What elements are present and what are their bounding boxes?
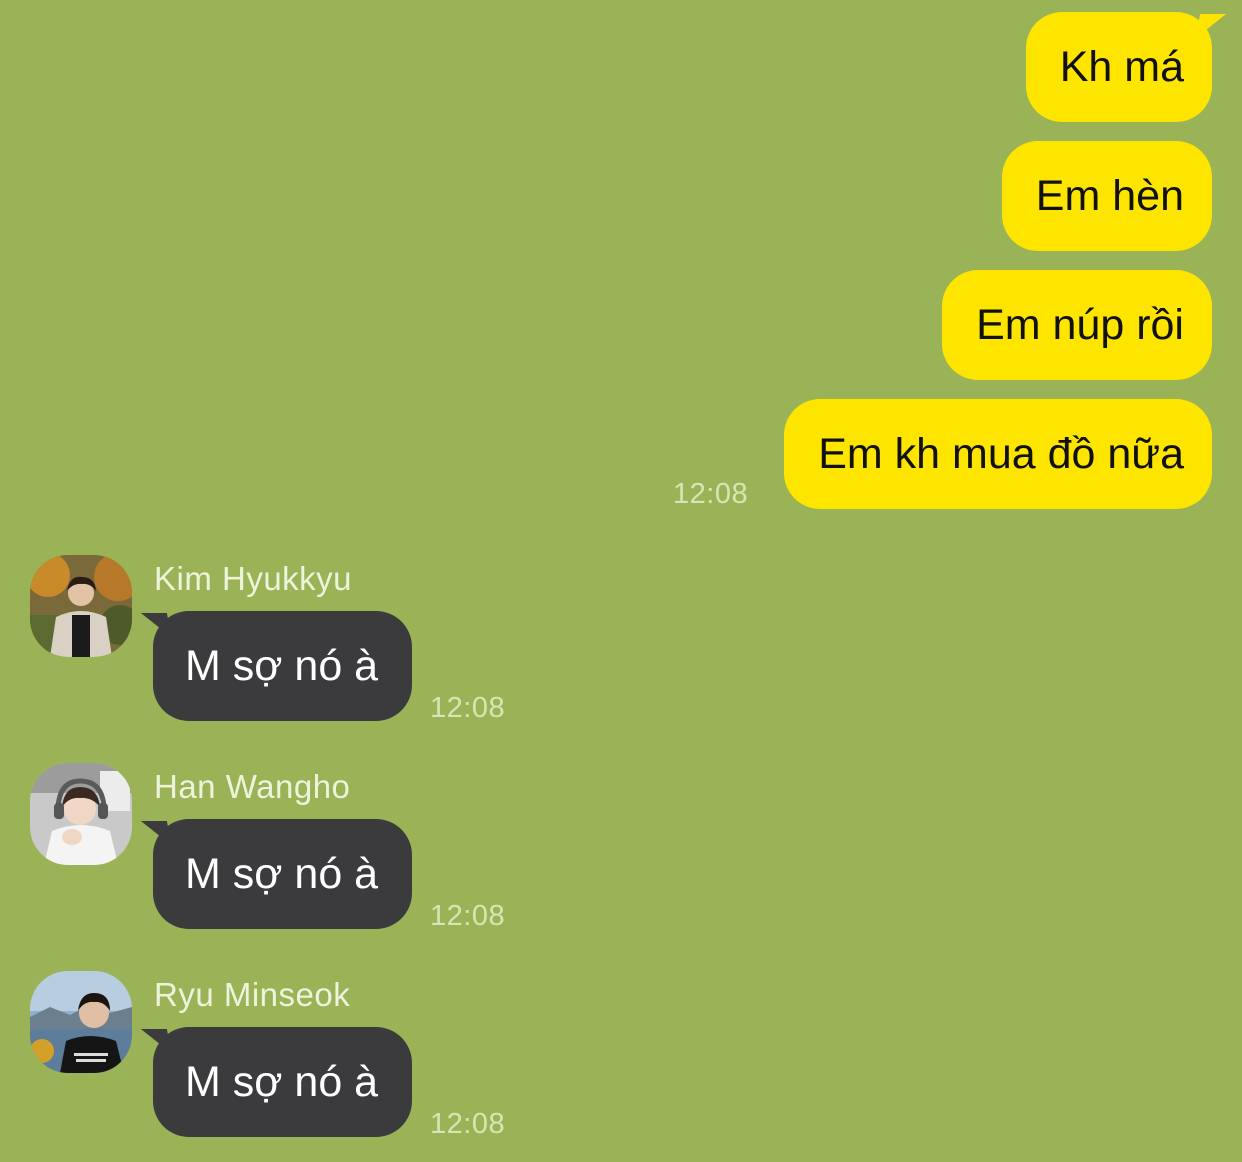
incoming-message[interactable]: M sợ nó à	[140, 819, 413, 929]
incoming-message[interactable]: M sợ nó à	[140, 611, 413, 721]
outgoing-message[interactable]: Kh má	[1025, 12, 1227, 122]
avatar[interactable]	[30, 763, 132, 865]
message-text: M sợ nó à	[185, 850, 379, 898]
sender-name: Kim Hyukkyu	[154, 560, 353, 597]
sender-name: Ryu Minseok	[154, 976, 351, 1013]
avatar-photo-icon	[30, 763, 132, 865]
bubble-tail	[140, 613, 172, 637]
bubble-tail	[140, 821, 172, 845]
message-text: Em hèn	[1035, 172, 1184, 220]
incoming-message[interactable]: M sợ nó à	[140, 1027, 413, 1137]
outgoing-message[interactable]: Em hèn	[1001, 141, 1212, 251]
message-text: Kh má	[1059, 43, 1184, 91]
avatar-photo-icon	[30, 555, 132, 657]
message-timestamp: 12:08	[430, 900, 506, 932]
message-text: M sợ nó à	[185, 642, 379, 690]
bubble-tail	[1195, 14, 1227, 38]
outgoing-message[interactable]: Em kh mua đồ nữa	[784, 399, 1212, 509]
sender-name: Han Wangho	[154, 768, 351, 805]
bubble-tail	[140, 1029, 172, 1053]
avatar-photo-icon	[30, 971, 132, 1073]
chat-thread: Kh má Em hèn Em núp rồi Em kh mua đồ nữa…	[0, 0, 1242, 1162]
message-timestamp: 12:08	[673, 478, 749, 510]
avatar[interactable]	[30, 971, 132, 1073]
message-text: Em kh mua đồ nữa	[818, 430, 1184, 478]
message-timestamp: 12:08	[430, 692, 506, 724]
message-text: Em núp rồi	[976, 301, 1184, 349]
message-timestamp: 12:08	[430, 1108, 506, 1140]
outgoing-message[interactable]: Em núp rồi	[942, 270, 1212, 380]
avatar[interactable]	[30, 555, 132, 657]
message-text: M sợ nó à	[185, 1058, 379, 1106]
